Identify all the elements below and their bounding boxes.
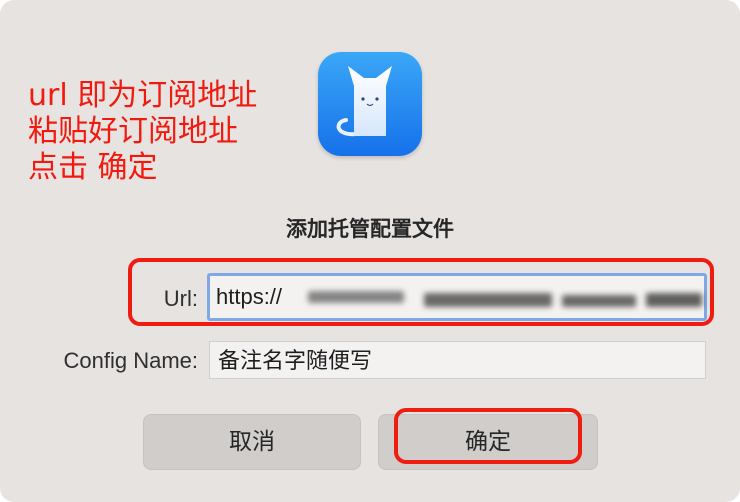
ok-button[interactable]: 确定 bbox=[378, 414, 598, 470]
red-annotation-text: url 即为订阅地址 粘贴好订阅地址 点击 确定 bbox=[28, 78, 257, 186]
url-input-value: https:// bbox=[216, 284, 283, 309]
config-name-input[interactable]: 备注名字随便写 bbox=[209, 341, 706, 379]
annotation-line-3: 点击 确定 bbox=[28, 150, 158, 185]
config-name-label: Config Name: bbox=[63, 348, 198, 373]
annotation-line-2: 粘贴好订阅地址 bbox=[28, 114, 238, 149]
redaction-mask bbox=[562, 295, 636, 307]
white-cat-icon bbox=[336, 66, 392, 137]
annotation-line-1: url 即为订阅地址 bbox=[28, 78, 258, 113]
url-label: Url: bbox=[163, 286, 198, 311]
cancel-button[interactable]: 取消 bbox=[143, 414, 361, 470]
dialog-title: 添加托管配置文件 bbox=[286, 217, 454, 241]
config-name-value: 备注名字随便写 bbox=[218, 348, 373, 373]
redaction-mask bbox=[308, 291, 404, 303]
redaction-mask bbox=[424, 293, 552, 307]
app-icon bbox=[318, 52, 422, 156]
add-config-dialog: url 即为订阅地址 粘贴好订阅地址 点击 确定 添加托管配置文件 Url: h… bbox=[0, 0, 740, 502]
redaction-mask bbox=[646, 293, 702, 307]
